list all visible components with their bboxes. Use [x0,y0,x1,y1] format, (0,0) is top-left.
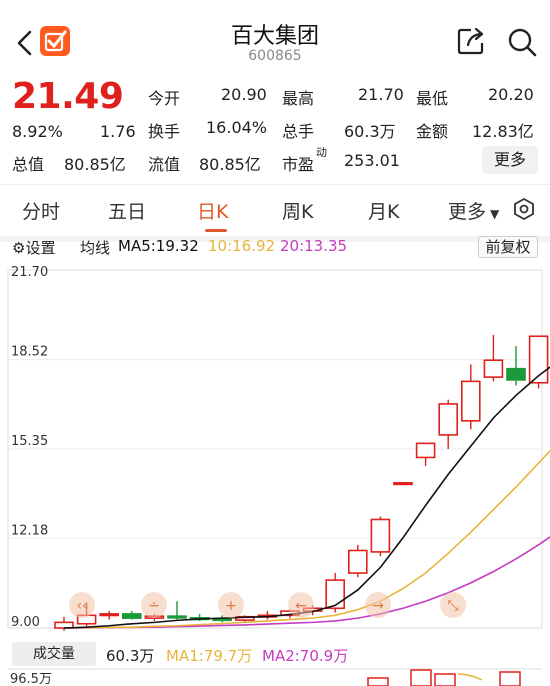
turnover-label: 换手 [148,122,181,141]
gear-icon [514,197,534,221]
candles [54,334,549,631]
search-icon [508,28,537,57]
current-price: 21.49 [12,76,124,117]
ma-label: 均线 [80,239,111,257]
y-tick-label: 18.52 [11,345,48,360]
pe-sup: 动 [316,146,327,159]
chart-settings-button[interactable] [512,197,536,221]
tab-monthly-k[interactable]: 月K [368,197,399,224]
candle-body [506,367,526,381]
tab-more-label: 更多 [448,201,487,223]
tab-weekly-k[interactable]: 周K [282,197,313,224]
mktcap-value: 80.85亿 [64,155,126,174]
candle-body [438,403,459,436]
volume-bar [410,669,432,686]
float-value: 80.85亿 [199,155,261,174]
candle-body [370,518,391,553]
search-button[interactable] [506,26,538,58]
low-value: 20.20 [488,85,534,104]
change-value: 1.76 [100,122,136,141]
y-tick-label: 9.00 [11,615,40,630]
change-percent: 8.92% [12,122,63,141]
tab-more[interactable]: 更多 ▼ [448,197,499,224]
candle-body [347,549,368,574]
y-tick-label: 12.18 [11,523,48,538]
y-axis-labels: 21.70 18.52 15.35 12.18 9.00 [11,265,48,630]
amount-label: 金额 [416,122,449,141]
ma20-value: 20:13.35 [280,237,348,255]
signal-marker-glyph: + [225,598,237,614]
gear-icon: ⚙ [12,239,26,257]
volume-value: 60.3万 [106,647,155,665]
candlestick-chart[interactable]: 21.70 18.52 15.35 12.18 9.00 ‹‹ ∸ + ← → ⤡ [0,258,550,640]
volume-bar [367,677,389,686]
more-quote-button[interactable]: 更多 [482,146,538,174]
pe-value: 253.01 [344,151,400,170]
divider [0,184,550,185]
signal-marker-glyph: ← [295,598,307,614]
high-value: 21.70 [358,85,404,104]
vol-ma2: MA2:70.9万 [262,647,349,665]
active-tab-indicator [205,229,227,232]
tab-intraday[interactable]: 分时 [22,197,60,224]
volume-value: 60.3万 [344,122,396,141]
candle-body [325,579,346,610]
tab-daily-k[interactable]: 日K [197,197,228,224]
mktcap-label: 总值 [12,155,45,174]
settings-label: 设置 [25,239,56,257]
candle-body [460,380,481,422]
ma5-value: MA5:19.32 [118,237,199,255]
chevron-down-icon: ▼ [490,207,500,221]
low-label: 最低 [416,89,449,108]
volume-chart-top [8,668,542,686]
vol-ma1: MA1:79.7万 [166,647,253,665]
candle-body [122,613,142,619]
candle-body [99,613,119,617]
open-label: 今开 [148,89,181,108]
candle-body [483,359,504,378]
candle-body [393,482,413,486]
turnover-value: 16.04% [206,118,268,137]
candle-body [167,615,187,619]
signal-marker-glyph: → [372,598,384,614]
candle-body [415,442,436,459]
signal-marker-glyph: ‹‹ [76,598,87,614]
volume-ma-line [457,673,483,681]
high-label: 最高 [282,89,315,108]
float-label: 流值 [148,155,181,174]
volume-bar [499,671,521,686]
adjust-mode-button[interactable]: 前复权 [478,236,538,258]
y-tick-label: 21.70 [11,265,48,280]
signal-marker-glyph: ⤡ [447,598,458,614]
share-icon [457,27,484,55]
tab-five-day[interactable]: 五日 [108,197,146,224]
ma10-value: 10:16.92 [208,237,276,255]
signal-marker-glyph: ∸ [148,598,160,614]
pe-label: 市盈 [282,155,315,174]
volume-indicator-button[interactable]: 成交量 [12,642,96,666]
y-tick-label: 15.35 [11,434,48,449]
open-value: 20.90 [221,85,267,104]
amount-value: 12.83亿 [472,122,534,141]
indicator-settings-button[interactable]: ⚙设置 [12,237,55,258]
share-button[interactable] [456,26,486,56]
volume-bar [434,673,456,686]
volume-label: 总手 [282,122,315,141]
chart-grid [7,269,543,629]
